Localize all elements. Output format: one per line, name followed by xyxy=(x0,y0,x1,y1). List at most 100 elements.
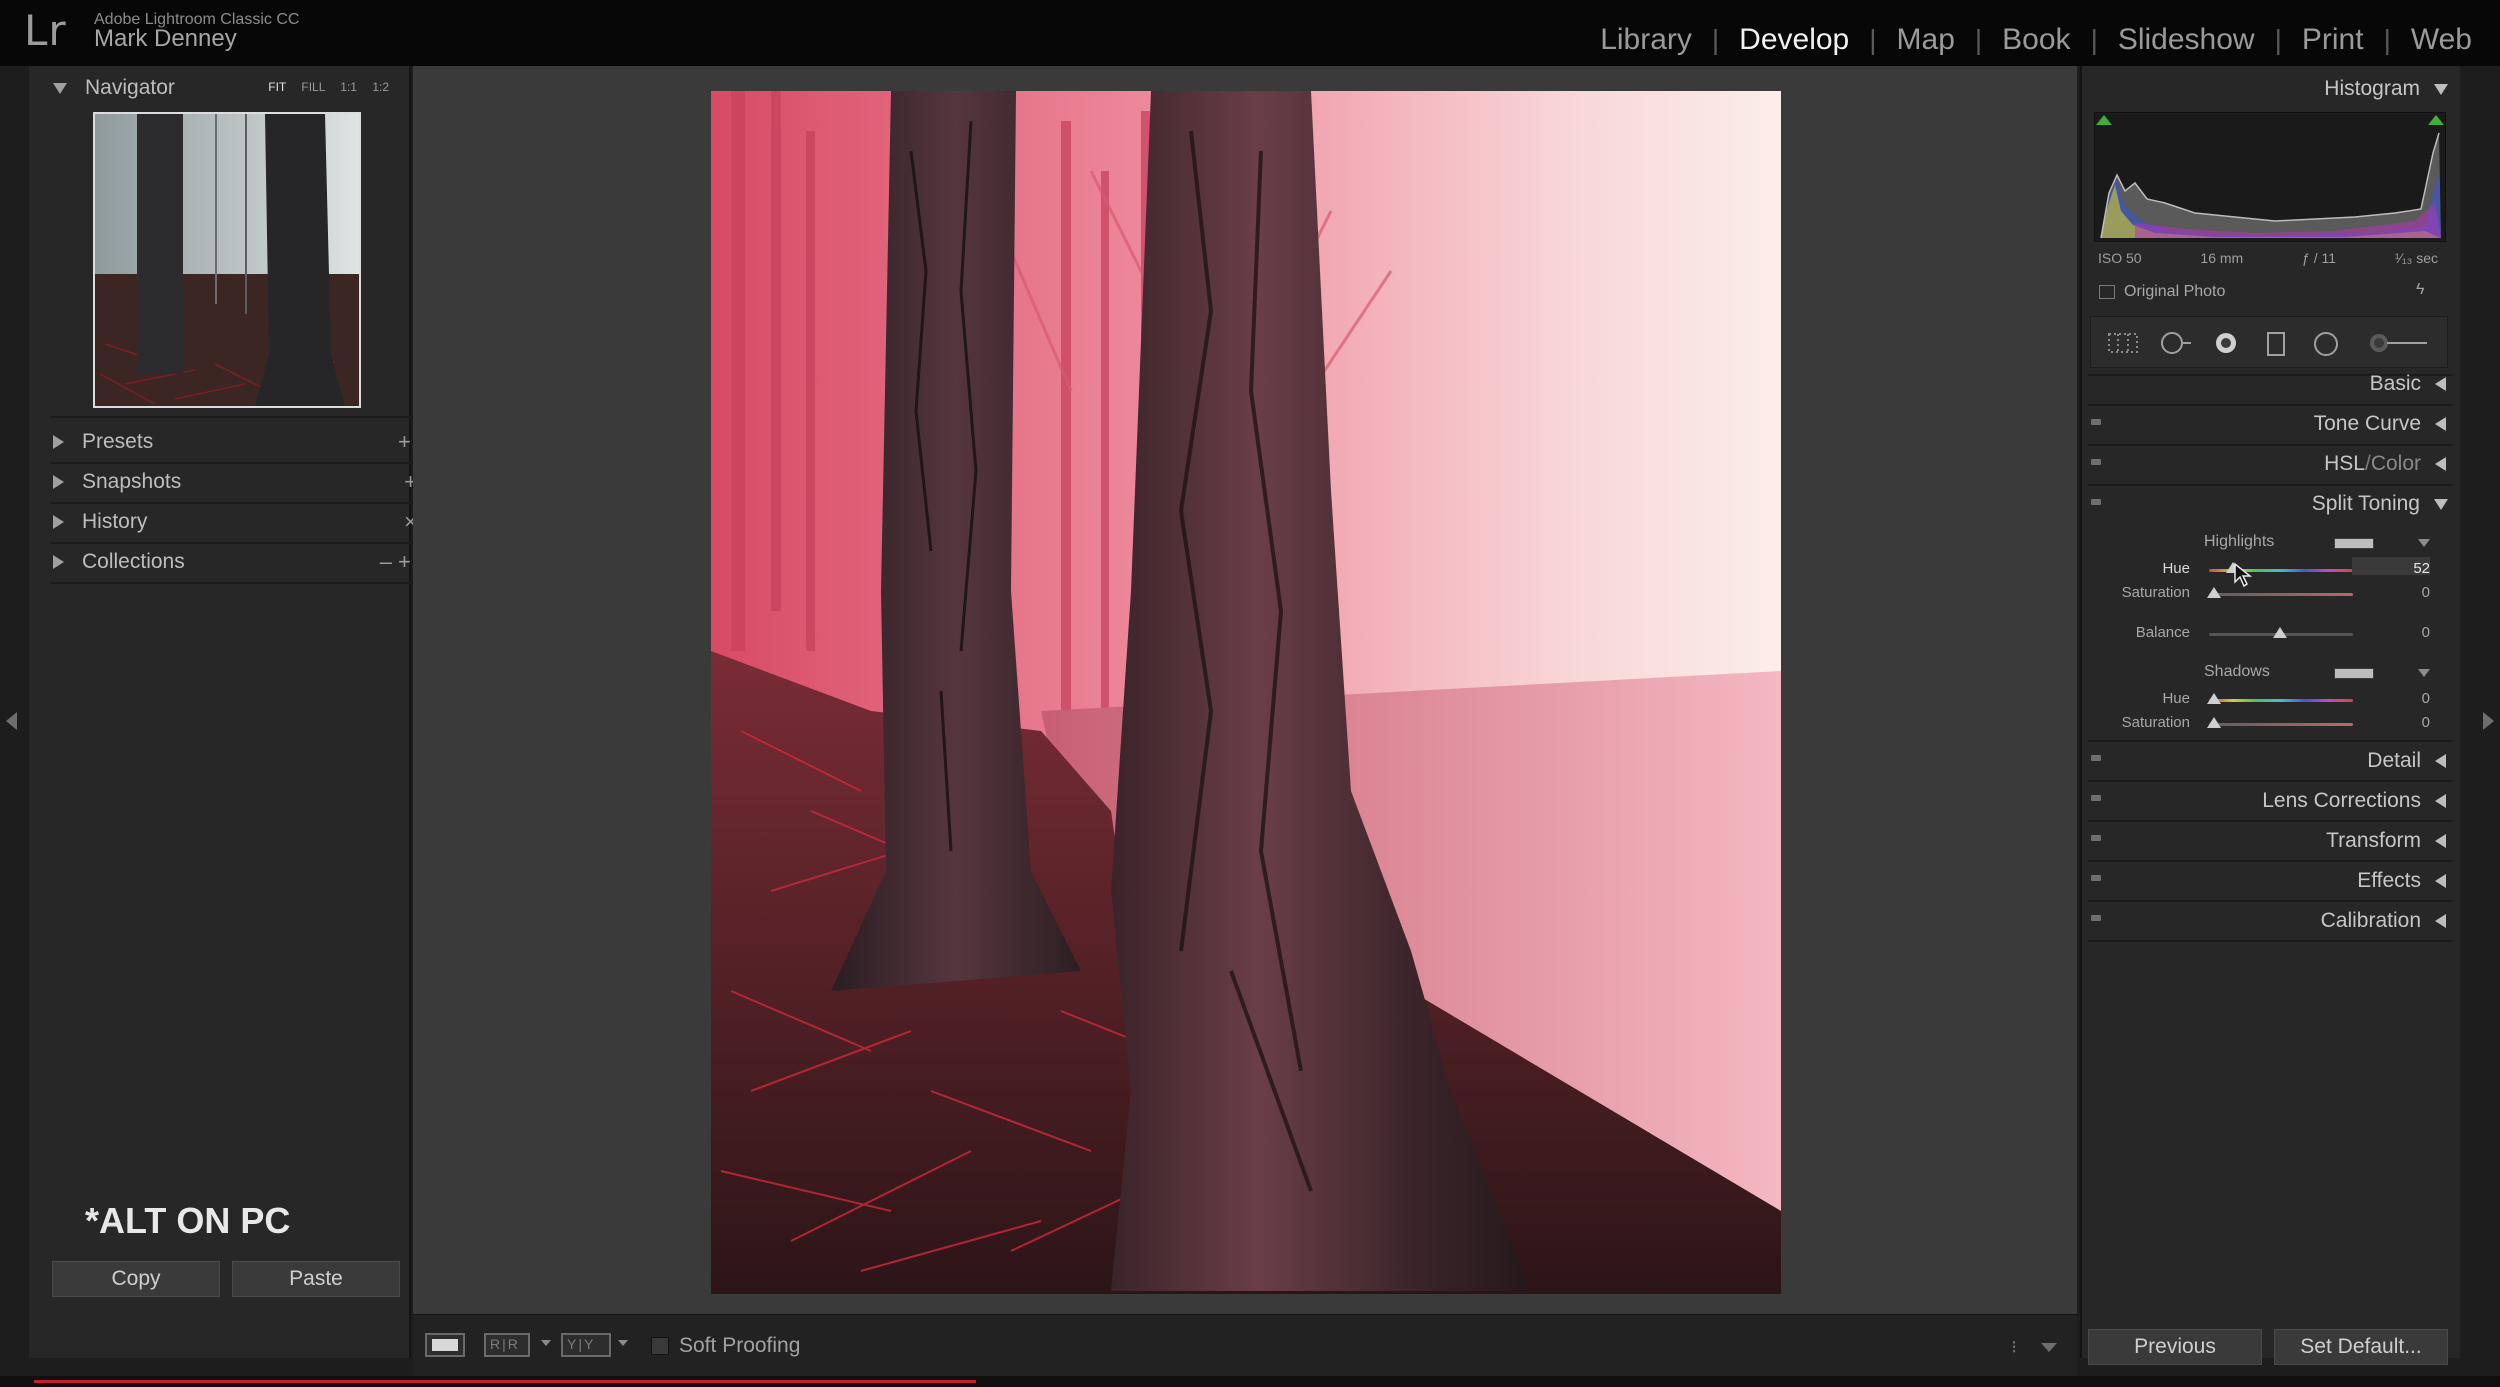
before-after-view-button[interactable]: R|R xyxy=(484,1333,530,1357)
radial-filter-icon[interactable] xyxy=(2309,331,2343,357)
shadows-saturation-label: Saturation xyxy=(2121,714,2190,731)
histogram-image xyxy=(2096,115,2444,239)
balance-slider-thumb[interactable] xyxy=(2273,627,2287,638)
before-after-split-label: Y|Y xyxy=(567,1336,596,1352)
zoom-fill[interactable]: FILL xyxy=(301,80,325,94)
module-develop[interactable]: Develop xyxy=(1719,23,1869,57)
shadows-color-swatch[interactable] xyxy=(2334,668,2374,679)
presets-label: Presets xyxy=(82,430,154,453)
snapshots-header[interactable]: Snapshots + xyxy=(53,462,433,502)
shadows-saturation-slider-thumb[interactable] xyxy=(2207,717,2221,728)
collection-actions-icon[interactable]: – +. xyxy=(380,549,417,575)
bottom-toolbar: R|R Y|Y Soft Proofing ⁝ xyxy=(413,1314,2077,1376)
mouse-cursor-icon xyxy=(2234,562,2253,588)
chevron-down-icon[interactable] xyxy=(2418,669,2430,677)
shadows-saturation-value[interactable]: 0 xyxy=(2390,714,2430,731)
transform-header[interactable]: Transform xyxy=(2088,822,2448,860)
shadows-hue-slider-thumb[interactable] xyxy=(2207,693,2221,704)
effects-header[interactable]: Effects xyxy=(2088,862,2448,900)
divider xyxy=(2088,940,2452,942)
calibration-header[interactable]: Calibration xyxy=(2088,902,2448,940)
main-photo[interactable] xyxy=(711,91,1781,1294)
expand-icon xyxy=(53,475,64,489)
history-header[interactable]: History × xyxy=(53,502,433,542)
adjustment-brush-icon[interactable] xyxy=(2367,331,2431,355)
zoom-1-2[interactable]: 1:2 xyxy=(372,80,389,94)
balance-label: Balance xyxy=(2135,624,2190,641)
tone-curve-header[interactable]: Tone Curve xyxy=(2088,405,2448,443)
zoom-1-1[interactable]: 1:1 xyxy=(340,80,357,94)
spot-removal-icon[interactable] xyxy=(2157,331,2199,355)
chevron-down-icon[interactable] xyxy=(541,1340,551,1346)
basic-panel-header[interactable]: Basic xyxy=(2088,365,2448,403)
highlights-hue-value[interactable]: 52 xyxy=(2390,560,2430,577)
shadows-hue-label: Hue xyxy=(2162,690,2190,707)
detail-title: Detail xyxy=(2367,749,2421,772)
highlights-color-swatch[interactable] xyxy=(2334,538,2374,549)
user-name[interactable]: Mark Denney xyxy=(94,25,237,53)
red-eye-icon[interactable] xyxy=(2211,331,2241,355)
module-print[interactable]: Print xyxy=(2282,23,2384,57)
histogram-title: Histogram xyxy=(2324,77,2420,100)
original-photo-checkbox[interactable] xyxy=(2099,285,2115,299)
divider xyxy=(51,582,431,584)
split-toning-header[interactable]: Split Toning xyxy=(2088,485,2448,523)
hsl-tab[interactable]: HSL xyxy=(2324,452,2365,476)
module-separator: | xyxy=(1711,24,1720,55)
navigator-preview[interactable] xyxy=(93,112,361,408)
shadows-saturation-slider[interactable] xyxy=(2209,723,2353,726)
highlights-saturation-slider-thumb[interactable] xyxy=(2207,587,2221,598)
right-panel-toggle-icon[interactable] xyxy=(2483,712,2494,730)
set-default-button[interactable]: Set Default... xyxy=(2274,1329,2448,1365)
focal-length-value: 16 mm xyxy=(2200,250,2244,266)
shadow-clipping-icon xyxy=(2096,115,2112,125)
shutter-value: ¹⁄₁₃ sec xyxy=(2394,250,2438,266)
zoom-fit[interactable]: FIT xyxy=(268,80,286,94)
highlights-saturation-slider[interactable] xyxy=(2209,593,2353,596)
presets-header[interactable]: Presets +. xyxy=(53,422,433,462)
soft-proofing-checkbox[interactable] xyxy=(651,1337,669,1355)
module-slideshow[interactable]: Slideshow xyxy=(2098,23,2275,57)
navigator-zoom-options: FIT FILL 1:1 1:2 xyxy=(268,80,389,94)
module-web[interactable]: Web xyxy=(2391,23,2492,57)
loupe-view-button[interactable] xyxy=(425,1333,465,1357)
split-toning-title: Split Toning xyxy=(2311,492,2420,515)
toolbar-options-chevron-icon[interactable] xyxy=(2041,1343,2057,1352)
left-panel-toggle-icon[interactable] xyxy=(6,712,17,730)
color-tab[interactable]: Color xyxy=(2371,452,2421,476)
soft-proofing-label: Soft Proofing xyxy=(679,1334,801,1357)
chevron-down-icon[interactable] xyxy=(618,1340,628,1346)
detail-header[interactable]: Detail xyxy=(2088,742,2448,780)
expand-icon xyxy=(2435,874,2446,888)
collections-header[interactable]: Collections – +. xyxy=(53,542,433,582)
module-map[interactable]: Map xyxy=(1877,23,1975,57)
histogram-graph[interactable] xyxy=(2094,112,2446,242)
top-bar: Lr Adobe Lightroom Classic CC Mark Denne… xyxy=(0,0,2500,66)
highlights-saturation-value[interactable]: 0 xyxy=(2390,584,2430,601)
hsl-color-header[interactable]: HSL / Color xyxy=(2088,445,2448,483)
navigator-title: Navigator xyxy=(85,76,175,99)
expand-icon xyxy=(2435,377,2446,391)
histogram-header[interactable]: Histogram xyxy=(2088,70,2448,108)
paste-button[interactable]: Paste xyxy=(232,1261,400,1297)
expand-icon xyxy=(2435,834,2446,848)
balance-value[interactable]: 0 xyxy=(2390,624,2430,641)
copy-button[interactable]: Copy xyxy=(52,1261,220,1297)
module-separator: | xyxy=(1869,24,1877,55)
chevron-down-icon[interactable] xyxy=(2418,539,2430,547)
shadows-hue-value[interactable]: 0 xyxy=(2390,690,2430,707)
overlay-note: *ALT ON PC xyxy=(85,1200,291,1241)
toolbar-menu-icon[interactable]: ⁝ xyxy=(2011,1337,2017,1358)
module-separator: | xyxy=(1974,24,1983,55)
aperture-value: ƒ / 11 xyxy=(2302,250,2337,266)
expand-icon xyxy=(2435,794,2446,808)
shadows-hue-slider[interactable] xyxy=(2209,699,2353,702)
transform-title: Transform xyxy=(2326,829,2421,852)
module-book[interactable]: Book xyxy=(1982,23,2090,57)
lens-corrections-header[interactable]: Lens Corrections xyxy=(2088,782,2448,820)
graduated-filter-icon[interactable] xyxy=(2263,331,2289,357)
previous-button[interactable]: Previous xyxy=(2088,1329,2262,1365)
before-after-split-button[interactable]: Y|Y xyxy=(561,1333,611,1357)
module-library[interactable]: Library xyxy=(1580,23,1712,57)
crop-overlay-icon[interactable] xyxy=(2105,331,2141,355)
